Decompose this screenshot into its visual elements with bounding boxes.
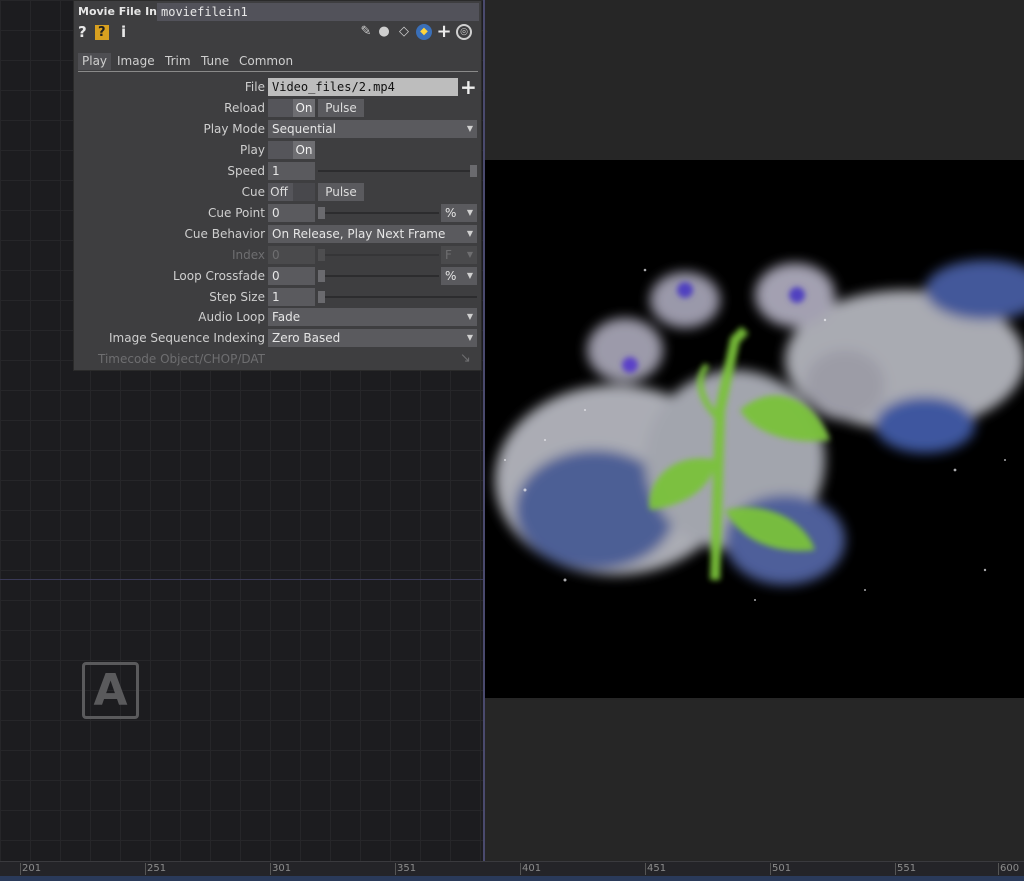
loop-crossfade-unit-menu[interactable]: % — [441, 267, 477, 285]
param-file: File Video_files/2.mp4 + — [74, 75, 481, 99]
viewer-pane[interactable] — [485, 0, 1024, 861]
plus-icon[interactable]: + — [436, 23, 452, 41]
param-cue: Cue Off Pulse — [74, 182, 481, 202]
toggle-state: On — [293, 141, 315, 159]
python-icon[interactable]: ◆ — [416, 24, 432, 40]
image-sequence-indexing-menu[interactable]: Zero Based — [268, 329, 477, 347]
help-python-icon[interactable]: ? — [95, 25, 109, 40]
param-play-mode: Play Mode Sequential — [74, 119, 481, 139]
param-label: Cue Behavior — [184, 227, 265, 241]
param-label: Reload — [224, 101, 265, 115]
timeline-tick: 451 — [644, 863, 667, 875]
panel-toolbar: ? ? i ✎ ● ◇ ◆ + ◎ — [74, 22, 481, 44]
param-reload: Reload On Pulse — [74, 98, 481, 118]
node-name-field[interactable]: moviefilein1 — [157, 3, 479, 21]
reload-toggle[interactable]: On — [268, 99, 315, 117]
cue-point-slider-handle[interactable] — [318, 207, 325, 219]
loop-crossfade-slider[interactable] — [318, 275, 439, 277]
timeline-tick: 251 — [144, 863, 167, 875]
index-slider-handle — [318, 249, 325, 261]
operator-type-label: Movie File In — [78, 5, 158, 18]
question-icon[interactable]: ? — [78, 23, 87, 41]
tab-image[interactable]: Image — [113, 53, 159, 70]
param-play: Play On — [74, 140, 481, 160]
speed-field[interactable]: 1 — [268, 162, 315, 180]
video-preview — [485, 160, 1024, 698]
param-label: Play Mode — [203, 122, 265, 136]
pencil-icon[interactable]: ✎ — [358, 24, 374, 40]
cue-behavior-menu[interactable]: On Release, Play Next Frame — [268, 225, 477, 243]
info-icon[interactable]: i — [121, 23, 126, 41]
tab-trim[interactable]: Trim — [161, 53, 195, 70]
timeline-tick: 351 — [394, 863, 417, 875]
param-image-sequence-indexing: Image Sequence Indexing Zero Based — [74, 328, 481, 348]
speed-slider-handle[interactable] — [470, 165, 477, 177]
param-label: Step Size — [209, 290, 265, 304]
timeline-tick: 551 — [894, 863, 917, 875]
param-label: Loop Crossfade — [172, 269, 265, 283]
play-mode-menu[interactable]: Sequential — [268, 120, 477, 138]
comment-icon[interactable]: ● — [376, 24, 392, 40]
a-logo-icon: A — [82, 662, 139, 719]
timeline-tick: 501 — [769, 863, 792, 875]
parameter-tabs: Play Image Trim Tune Common — [78, 53, 478, 72]
param-label: File — [244, 80, 265, 94]
play-toggle[interactable]: On — [268, 141, 315, 159]
cue-toggle[interactable]: Off — [268, 183, 315, 201]
tab-common[interactable]: Common — [235, 53, 297, 70]
param-label: Timecode Object/CHOP/DAT — [97, 352, 265, 366]
audio-loop-menu[interactable]: Fade — [268, 308, 477, 326]
timeline-tick: 201 — [19, 863, 42, 875]
toggle-state: Off — [270, 185, 288, 199]
param-label: Play — [239, 143, 265, 157]
reload-pulse-button[interactable]: Pulse — [318, 99, 364, 117]
param-label: Cue — [241, 185, 265, 199]
param-index: Index 0 F — [74, 245, 481, 265]
timeline-tick: 401 — [519, 863, 542, 875]
param-label: Audio Loop — [198, 310, 265, 324]
network-divider-line — [0, 579, 483, 580]
parameter-panel: Movie File In moviefilein1 ? ? i ✎ ● ◇ ◆… — [73, 0, 482, 371]
tab-tune[interactable]: Tune — [197, 53, 233, 70]
param-label: Speed — [227, 164, 265, 178]
param-label: Cue Point — [208, 206, 265, 220]
step-size-field[interactable]: 1 — [268, 288, 315, 306]
loop-crossfade-slider-handle[interactable] — [318, 270, 325, 282]
param-label: Index — [231, 248, 265, 262]
tab-play[interactable]: Play — [78, 53, 112, 70]
step-size-slider[interactable] — [318, 296, 477, 298]
timeline-ruler[interactable]: 201 251 301 351 401 451 501 551 600 — [0, 861, 1024, 876]
cue-point-unit-menu[interactable]: % — [441, 204, 477, 222]
param-audio-loop: Audio Loop Fade — [74, 307, 481, 327]
cue-pulse-button[interactable]: Pulse — [318, 183, 364, 201]
add-file-icon[interactable]: + — [460, 75, 477, 99]
param-cue-point: Cue Point 0 % — [74, 203, 481, 223]
loop-crossfade-field[interactable]: 0 — [268, 267, 315, 285]
particle-flower-image — [495, 260, 1024, 601]
param-label: Image Sequence Indexing — [109, 331, 265, 345]
cue-point-slider[interactable] — [318, 212, 439, 214]
toggle-state: On — [293, 99, 315, 117]
param-speed: Speed 1 — [74, 161, 481, 181]
toggle-off-knob — [293, 183, 315, 201]
timeline-bar[interactable] — [0, 876, 1024, 881]
index-unit-menu: F — [441, 246, 477, 264]
param-step-size: Step Size 1 — [74, 287, 481, 307]
param-timecode-object: Timecode Object/CHOP/DAT ↘ — [74, 349, 481, 369]
cue-point-field[interactable]: 0 — [268, 204, 315, 222]
timeline-tick: 600 — [997, 863, 1020, 875]
timeline-tick: 301 — [269, 863, 292, 875]
step-size-slider-handle[interactable] — [318, 291, 325, 303]
param-loop-crossfade: Loop Crossfade 0 % — [74, 266, 481, 286]
speed-slider[interactable] — [318, 170, 477, 172]
target-icon[interactable]: ◎ — [456, 24, 472, 40]
param-cue-behavior: Cue Behavior On Release, Play Next Frame — [74, 224, 481, 244]
arrow-icon[interactable]: ↘ — [460, 351, 471, 366]
index-field: 0 — [268, 246, 315, 264]
clone-icon[interactable]: ◇ — [396, 24, 412, 40]
index-slider — [318, 254, 439, 256]
file-path-field[interactable]: Video_files/2.mp4 — [268, 78, 458, 96]
